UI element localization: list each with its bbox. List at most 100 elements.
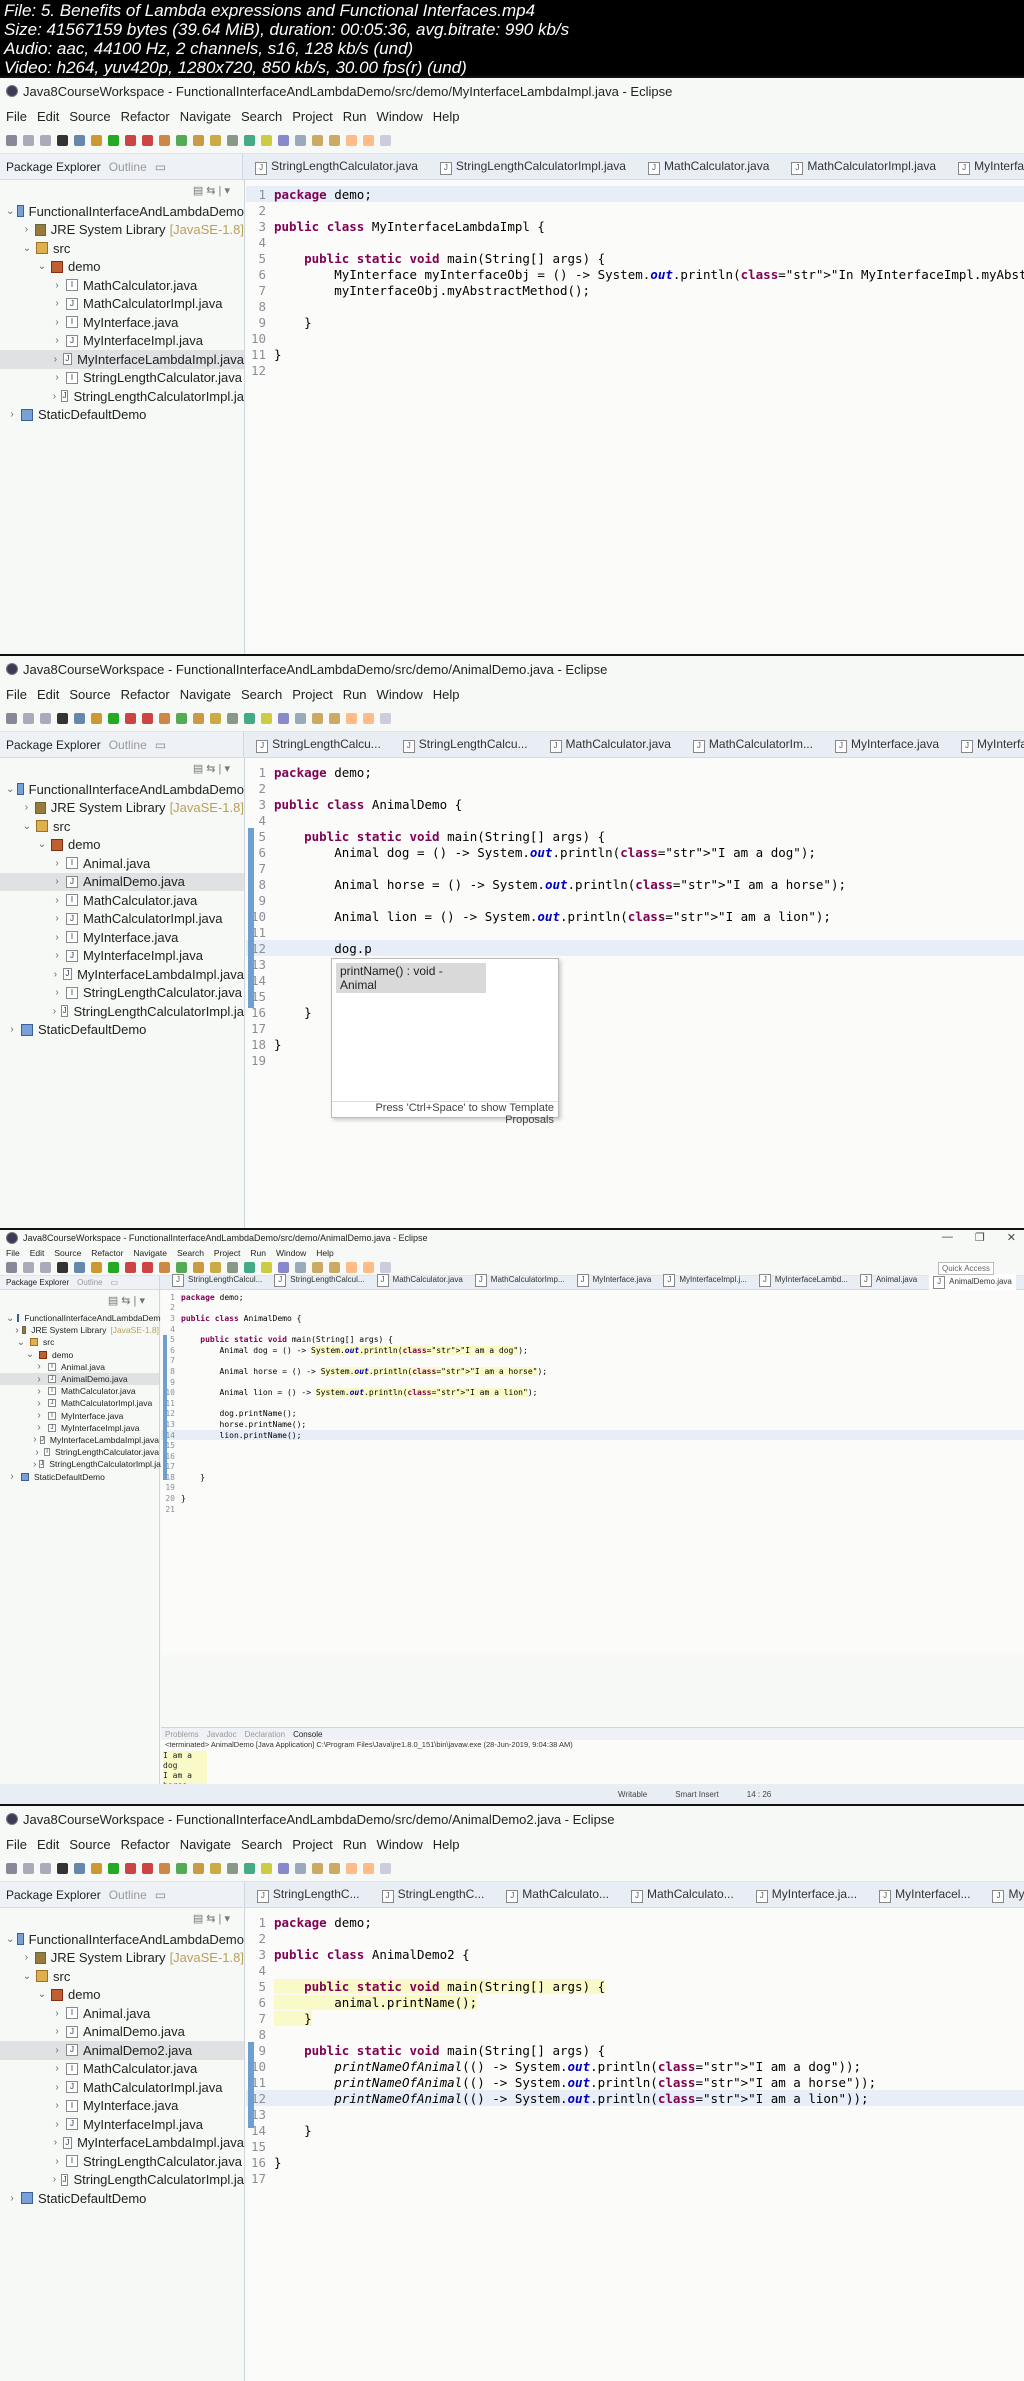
- menu-edit[interactable]: Edit: [37, 109, 59, 124]
- tree-item[interactable]: › StaticDefaultDemo: [0, 406, 244, 425]
- menu-help[interactable]: Help: [433, 1837, 460, 1852]
- tree-item[interactable]: › J MyInterfaceImpl.java: [0, 1422, 159, 1434]
- toolbar-button-icon[interactable]: [40, 713, 51, 724]
- toolbar-button-icon[interactable]: [210, 135, 221, 146]
- tree-item[interactable]: › J MathCalculatorImpl.java: [0, 910, 244, 929]
- editor-tab[interactable]: StringLengthCalculatorImpl.java: [440, 159, 626, 175]
- toolbar-button-icon[interactable]: [91, 713, 102, 724]
- tab-package-explorer[interactable]: Package Explorer: [6, 1888, 101, 1902]
- editor-tab[interactable]: MathCalculator.java: [648, 159, 769, 175]
- toolbar-button-icon[interactable]: [125, 713, 136, 724]
- editor-tab[interactable]: MathCalculator.java: [377, 1274, 463, 1291]
- toolbar-button-icon[interactable]: [346, 135, 357, 146]
- tree-item[interactable]: › J StringLengthCalculatorImpl.ja: [0, 1002, 244, 1021]
- tree-item[interactable]: › J MyInterfaceLambdaImpl.java: [0, 1434, 159, 1446]
- chevron-right-icon[interactable]: ›: [33, 1447, 41, 1458]
- toolbar-button-icon[interactable]: [91, 1262, 102, 1273]
- chevron-down-icon[interactable]: ⌄: [36, 839, 48, 850]
- menu-run[interactable]: Run: [343, 109, 367, 124]
- chevron-down-icon[interactable]: ⌄: [6, 1934, 14, 1945]
- chevron-right-icon[interactable]: ›: [51, 2119, 63, 2130]
- toolbar-button-icon[interactable]: [142, 713, 153, 724]
- chevron-down-icon[interactable]: ⌄: [6, 1313, 14, 1324]
- editor-tab[interactable]: MyInterface.ja...: [756, 1887, 857, 1903]
- chevron-right-icon[interactable]: ›: [33, 1374, 45, 1385]
- menu-search[interactable]: Search: [177, 1248, 204, 1258]
- tree-item[interactable]: › JRE System Library [JavaSE-1.8]: [0, 1949, 244, 1968]
- tree-item[interactable]: ⌄ demo: [0, 1349, 159, 1361]
- tree-item[interactable]: › J MyInterfaceImpl.java: [0, 332, 244, 351]
- tab-declaration[interactable]: Declaration: [245, 1730, 285, 1739]
- toolbar-button-icon[interactable]: [244, 1863, 255, 1874]
- chevron-right-icon[interactable]: ›: [6, 2193, 18, 2204]
- chevron-right-icon[interactable]: ›: [51, 335, 63, 346]
- tree-item[interactable]: ⌄ FunctionalInterfaceAndLambdaDemo: [0, 1930, 244, 1949]
- menu-search[interactable]: Search: [241, 109, 282, 124]
- toolbar-button-icon[interactable]: [295, 135, 306, 146]
- toolbar-button-icon[interactable]: [6, 135, 17, 146]
- tree-item[interactable]: › J MathCalculatorImpl.java: [0, 1397, 159, 1409]
- toolbar-button-icon[interactable]: [57, 1863, 68, 1874]
- tree-item[interactable]: › JRE System Library [JavaSE-1.8]: [0, 799, 244, 818]
- toolbar-button-icon[interactable]: [295, 1863, 306, 1874]
- toolbar-button-icon[interactable]: [380, 713, 391, 724]
- toolbar-button-icon[interactable]: [210, 713, 221, 724]
- editor-tab[interactable]: Animal.java: [860, 1274, 917, 1291]
- toolbar-button-icon[interactable]: [244, 1262, 255, 1273]
- chevron-right-icon[interactable]: ›: [51, 858, 63, 869]
- editor-tab[interactable]: MyInterface.java: [835, 737, 939, 753]
- tree-item[interactable]: › J AnimalDemo.java: [0, 872, 244, 891]
- menu-file[interactable]: File: [6, 109, 27, 124]
- tree-item[interactable]: › I MathCalculator.java: [0, 276, 244, 295]
- chevron-right-icon[interactable]: ›: [15, 1325, 19, 1336]
- toolbar-button-icon[interactable]: [227, 1262, 238, 1273]
- chevron-right-icon[interactable]: ›: [51, 987, 63, 998]
- editor-tab[interactable]: MyInterfaceImpl.j...: [663, 1274, 747, 1291]
- toolbar-button-icon[interactable]: [329, 1863, 340, 1874]
- menu-help[interactable]: Help: [316, 1248, 333, 1258]
- toolbar-button-icon[interactable]: [6, 1863, 17, 1874]
- menu-search[interactable]: Search: [241, 1837, 282, 1852]
- toolbar-button-icon[interactable]: [329, 1262, 340, 1273]
- menu-navigate[interactable]: Navigate: [180, 687, 231, 702]
- toolbar-button-icon[interactable]: [380, 1262, 391, 1273]
- tree-item[interactable]: ⌄ src: [0, 1967, 244, 1986]
- minimize-view-icon[interactable]: ▭: [155, 1888, 166, 1902]
- toolbar-button-icon[interactable]: [295, 1262, 306, 1273]
- toolbar-button-icon[interactable]: [278, 1262, 289, 1273]
- tree-item[interactable]: › I StringLengthCalculator.java: [0, 984, 244, 1003]
- editor-tab[interactable]: MathCalculatorIm...: [693, 737, 813, 753]
- toolbar-button-icon[interactable]: [244, 713, 255, 724]
- editor-tab[interactable]: StringLengthCalcul...: [172, 1274, 262, 1291]
- menu-edit[interactable]: Edit: [37, 687, 59, 702]
- toolbar-button-icon[interactable]: [142, 135, 153, 146]
- chevron-right-icon[interactable]: ›: [51, 913, 63, 924]
- menu-source[interactable]: Source: [54, 1248, 81, 1258]
- tab-outline[interactable]: Outline: [109, 1888, 147, 1902]
- toolbar-button-icon[interactable]: [261, 713, 272, 724]
- menu-help[interactable]: Help: [433, 687, 460, 702]
- toolbar-button-icon[interactable]: [40, 1262, 51, 1273]
- toolbar-button-icon[interactable]: [363, 135, 374, 146]
- tab-outline[interactable]: Outline: [77, 1278, 102, 1287]
- toolbar-button-icon[interactable]: [312, 1863, 323, 1874]
- chevron-right-icon[interactable]: ›: [51, 1006, 58, 1017]
- chevron-down-icon[interactable]: ⌄: [6, 784, 14, 795]
- chevron-right-icon[interactable]: ›: [51, 2026, 63, 2037]
- code-editor[interactable]: 1 package demo; 2 3 public class AnimalDemo …: [246, 758, 1024, 1228]
- menu-edit[interactable]: Edit: [37, 1837, 59, 1852]
- editor-tab[interactable]: MathCalculato...: [631, 1887, 734, 1903]
- tree-item[interactable]: › J MyInterfaceLambdaImpl.java: [0, 965, 244, 984]
- toolbar-button-icon[interactable]: [329, 135, 340, 146]
- toolbar-button-icon[interactable]: [6, 713, 17, 724]
- editor-tab[interactable]: MathCalculator.java: [550, 737, 671, 753]
- chevron-down-icon[interactable]: ⌄: [36, 1989, 48, 2000]
- tree-item[interactable]: › J StringLengthCalculatorImpl.ja: [0, 2171, 244, 2190]
- toolbar-button-icon[interactable]: [74, 1863, 85, 1874]
- toolbar-button-icon[interactable]: [193, 1262, 204, 1273]
- tab-outline[interactable]: Outline: [109, 160, 147, 174]
- menu-source[interactable]: Source: [69, 1837, 110, 1852]
- minimize-view-icon[interactable]: ▭: [155, 738, 166, 752]
- chevron-right-icon[interactable]: ›: [51, 2100, 63, 2111]
- tab-console[interactable]: Console: [293, 1730, 322, 1739]
